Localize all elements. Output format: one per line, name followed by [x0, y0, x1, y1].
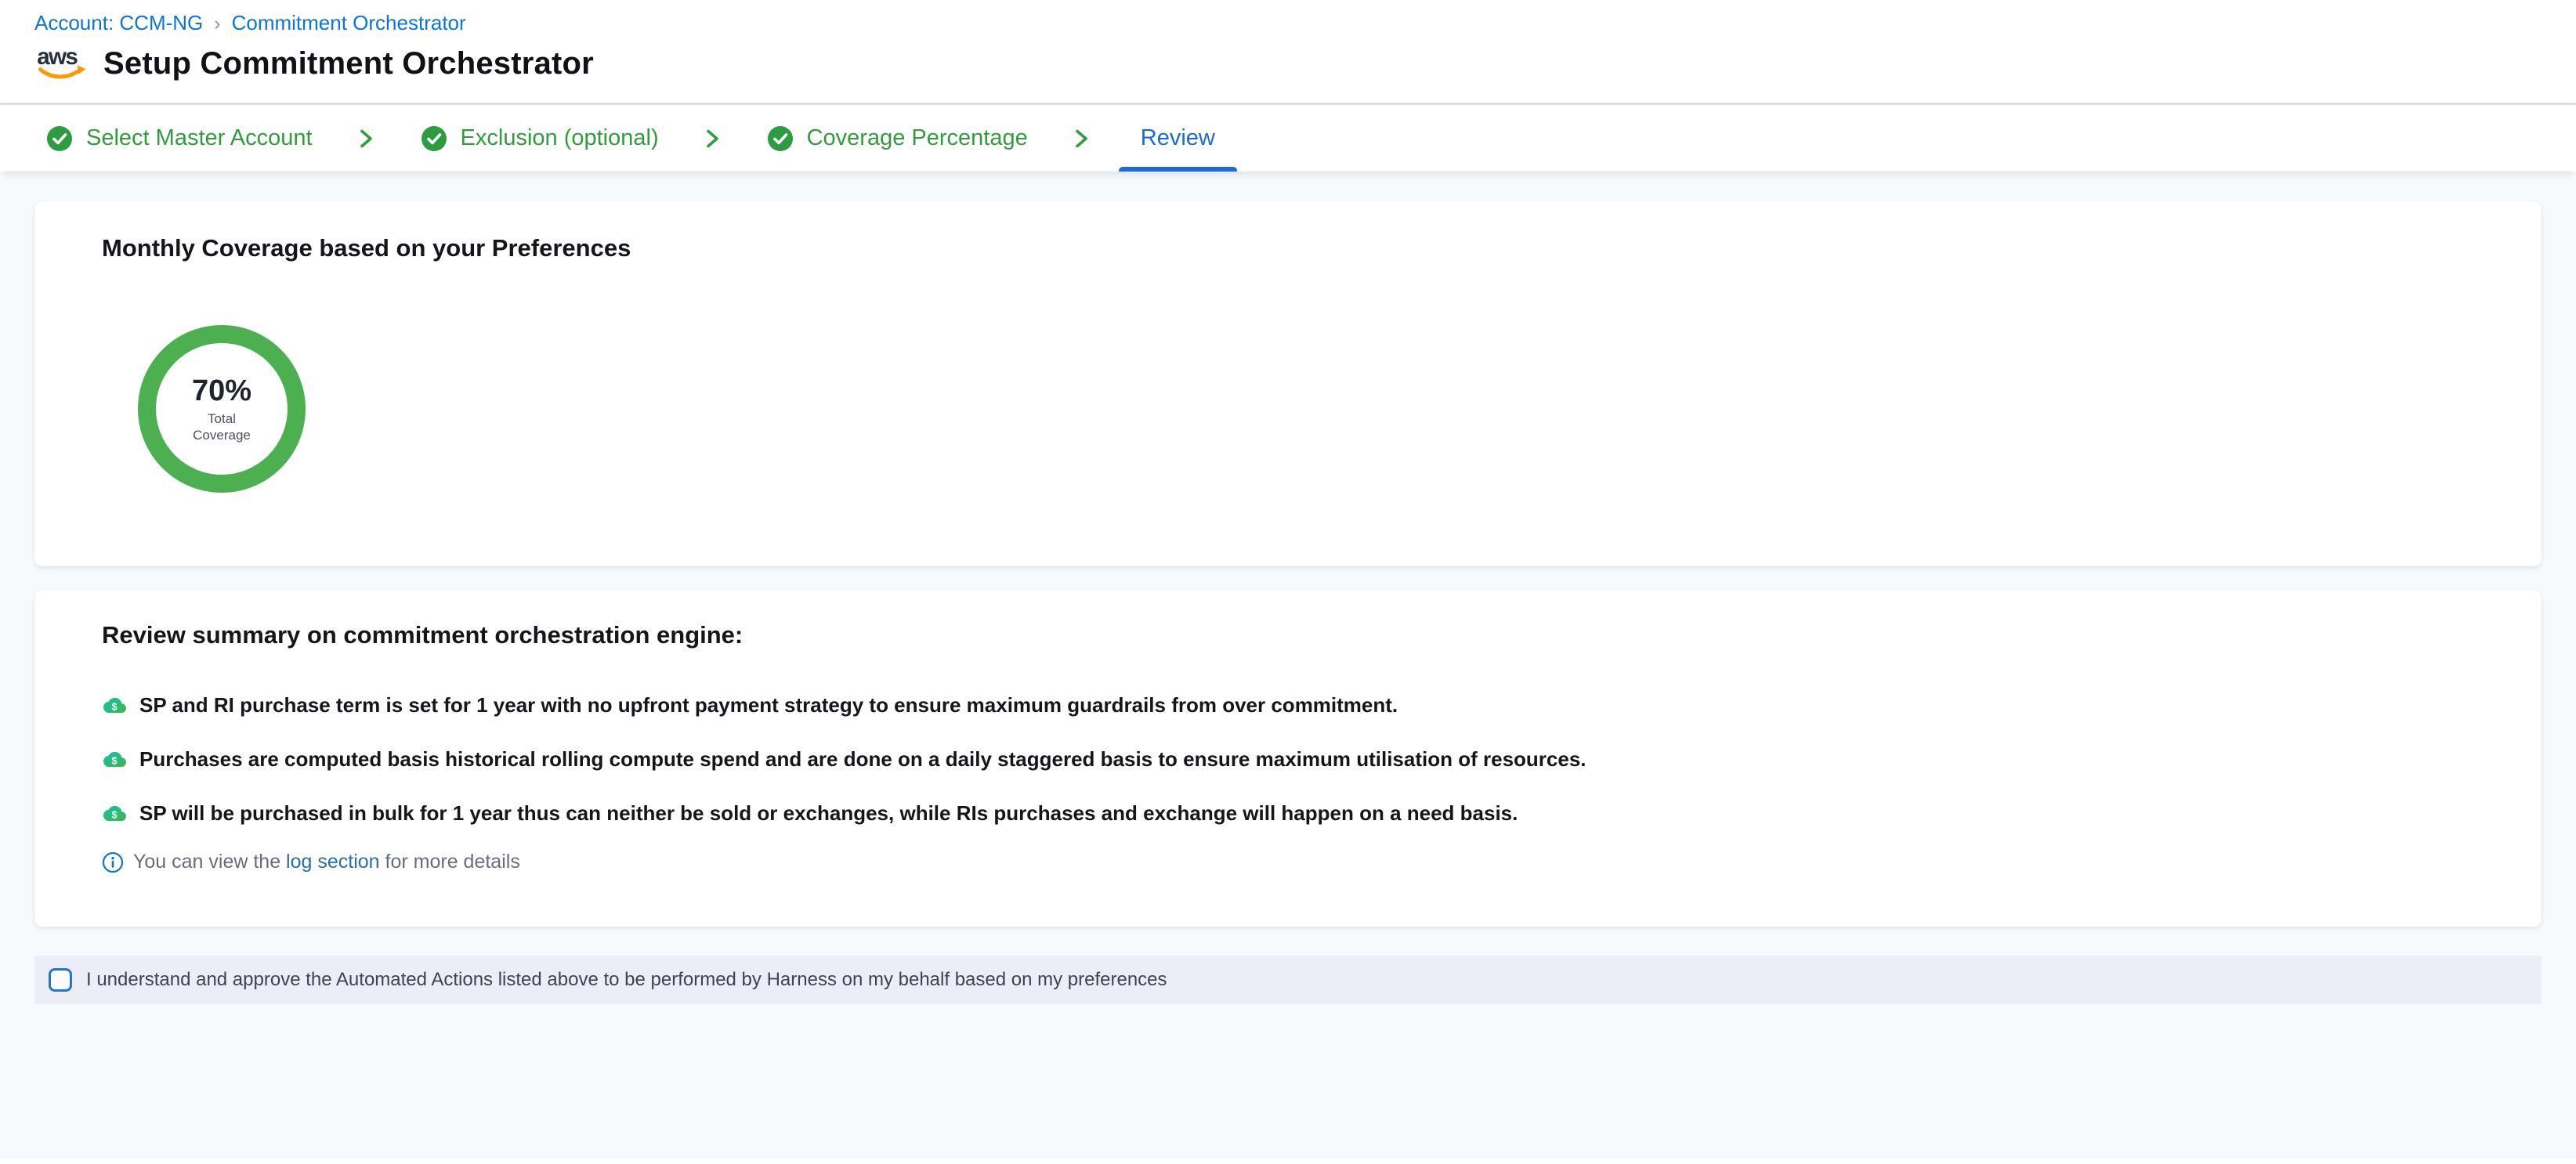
check-circle-icon	[421, 125, 447, 152]
chevron-right-icon: ›	[214, 11, 220, 35]
step-select-master-account[interactable]: Select Master Account	[46, 105, 313, 172]
note-prefix: You can view the	[133, 851, 286, 873]
donut-percent-value: 70%	[192, 374, 251, 408]
total-coverage-donut-chart: 70% Total Coverage	[138, 325, 306, 493]
step-exclusion[interactable]: Exclusion (optional)	[421, 105, 659, 172]
cloud-dollar-icon: $	[102, 694, 128, 717]
page-header: Account: CCM-NG › Commitment Orchestrato…	[0, 0, 2576, 105]
step-label: Review	[1141, 125, 1215, 151]
cloud-dollar-icon: $	[102, 802, 128, 825]
monthly-coverage-card: Monthly Coverage based on your Preferenc…	[34, 201, 2542, 566]
list-item: $ SP and RI purchase term is set for 1 y…	[102, 693, 2542, 718]
note-suffix: for more details	[380, 851, 520, 873]
aws-smile-swoosh	[41, 70, 78, 77]
coverage-card-title: Monthly Coverage based on your Preferenc…	[102, 234, 2542, 262]
breadcrumb-account-link[interactable]: Account: CCM-NG	[34, 11, 203, 35]
donut-caption-line2: Coverage	[193, 427, 251, 443]
review-bullet-text: SP will be purchased in bulk for 1 year …	[139, 801, 1518, 826]
check-circle-icon	[767, 125, 794, 152]
aws-logo-icon: aws	[34, 42, 89, 85]
review-bullet-text: Purchases are computed basis historical …	[139, 747, 1586, 772]
log-section-link[interactable]: log section	[286, 851, 380, 873]
svg-text:$: $	[111, 702, 117, 713]
review-card-title: Review summary on commitment orchestrati…	[102, 621, 2542, 649]
step-label: Select Master Account	[86, 125, 313, 151]
review-bullet-list: $ SP and RI purchase term is set for 1 y…	[102, 693, 2542, 826]
page-title: Setup Commitment Orchestrator	[103, 46, 594, 81]
review-bullet-text: SP and RI purchase term is set for 1 yea…	[139, 693, 1398, 718]
list-item: $ SP will be purchased in bulk for 1 yea…	[102, 801, 2542, 826]
log-section-note: You can view the log section for more de…	[102, 851, 2542, 873]
step-review-active-tab[interactable]: Review	[1136, 105, 1220, 172]
review-summary-card: Review summary on commitment orchestrati…	[34, 590, 2542, 927]
title-row: aws Setup Commitment Orchestrator	[34, 42, 2576, 85]
aws-smile-arrowhead	[78, 65, 86, 74]
svg-text:$: $	[111, 756, 117, 767]
note-text: You can view the log section for more de…	[133, 851, 520, 873]
list-item: $ Purchases are computed basis historica…	[102, 747, 2542, 772]
check-circle-icon	[46, 125, 73, 152]
bottom-strip	[0, 1158, 2576, 1164]
chevron-right-icon	[1072, 124, 1092, 154]
svg-text:$: $	[111, 810, 117, 821]
breadcrumb-current-link[interactable]: Commitment Orchestrator	[232, 11, 466, 35]
step-label: Exclusion (optional)	[461, 125, 659, 151]
step-coverage-percentage[interactable]: Coverage Percentage	[767, 105, 1028, 172]
main-content: Monthly Coverage based on your Preferenc…	[0, 201, 2576, 927]
approval-checkbox-label[interactable]: I understand and approve the Automated A…	[86, 969, 1167, 991]
setup-stepper: Select Master Account Exclusion (optiona…	[0, 105, 2576, 172]
breadcrumb: Account: CCM-NG › Commitment Orchestrato…	[34, 11, 2576, 35]
cloud-dollar-icon: $	[102, 748, 128, 771]
aws-logo-text: aws	[37, 44, 78, 70]
approval-checkbox[interactable]	[49, 968, 72, 992]
chevron-right-icon	[703, 124, 723, 154]
step-label: Coverage Percentage	[807, 125, 1028, 151]
chevron-right-icon	[356, 124, 377, 154]
info-icon	[102, 851, 124, 873]
approval-bar: I understand and approve the Automated A…	[34, 956, 2542, 1004]
donut-caption-line1: Total	[208, 410, 236, 427]
